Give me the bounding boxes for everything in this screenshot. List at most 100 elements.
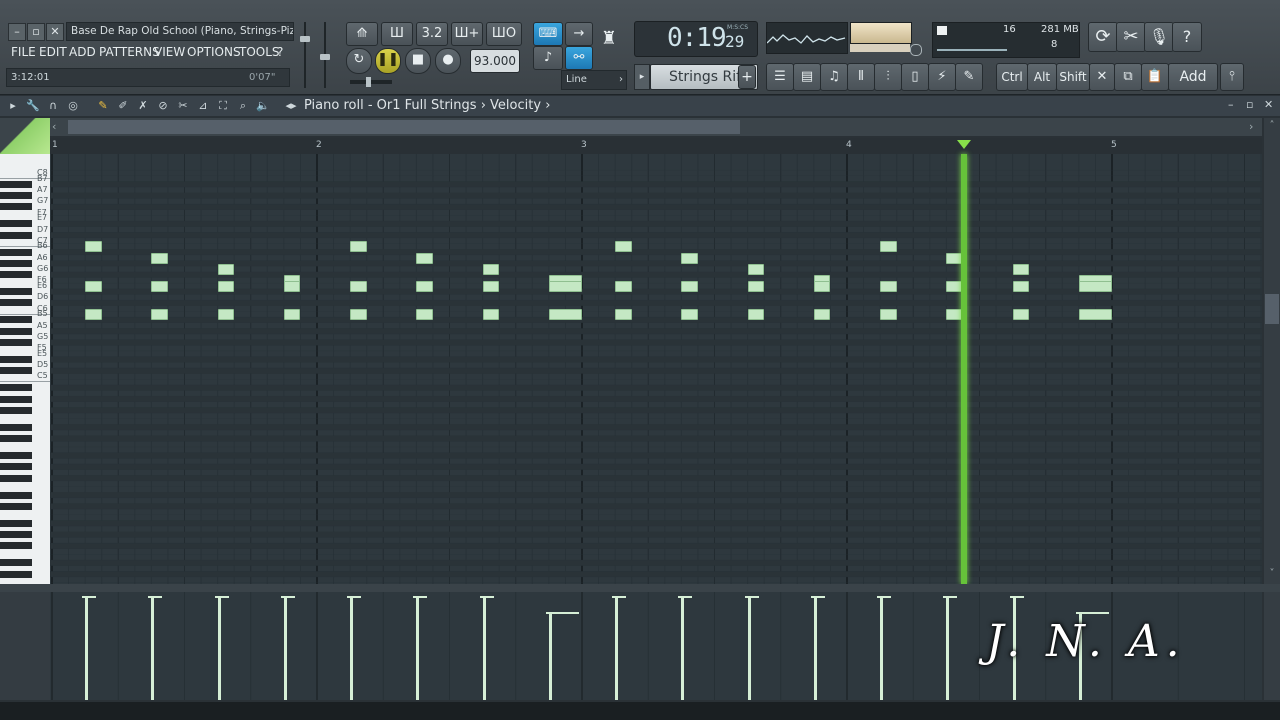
scroll-thumb[interactable] <box>68 120 740 134</box>
master-pitch-slider[interactable] <box>320 22 330 88</box>
menu-file[interactable]: FILE <box>11 44 36 60</box>
black-key[interactable] <box>0 248 32 256</box>
black-key[interactable] <box>0 463 32 471</box>
note[interactable] <box>880 309 897 321</box>
note[interactable] <box>1012 309 1030 321</box>
velocity-bar[interactable] <box>813 596 817 700</box>
note[interactable] <box>813 281 831 292</box>
ctrl-key[interactable]: Ctrl <box>996 63 1028 91</box>
velocity-bar[interactable] <box>85 596 89 700</box>
note[interactable] <box>482 281 500 292</box>
pattern-prev-icon[interactable]: ▸ <box>634 64 650 90</box>
note[interactable] <box>151 309 168 321</box>
black-key[interactable] <box>0 231 32 239</box>
note[interactable] <box>1012 264 1030 276</box>
black-key[interactable] <box>0 452 32 459</box>
note[interactable] <box>416 281 433 292</box>
note[interactable] <box>151 252 168 264</box>
pattern-song-icon[interactable]: Ш+ <box>451 22 483 46</box>
velocity-bar[interactable] <box>482 596 486 700</box>
note[interactable] <box>151 281 168 292</box>
note[interactable] <box>747 264 765 276</box>
black-key[interactable] <box>0 531 32 539</box>
black-key[interactable] <box>0 259 32 267</box>
black-key[interactable] <box>0 203 32 211</box>
note[interactable] <box>880 241 897 253</box>
menu-help[interactable]: ? <box>277 44 283 60</box>
note[interactable] <box>548 309 582 321</box>
step-icon[interactable]: 3.2 <box>416 22 448 46</box>
black-key[interactable] <box>0 491 32 499</box>
note[interactable] <box>217 281 235 292</box>
add-pattern-button[interactable]: + <box>738 65 756 89</box>
black-key[interactable] <box>0 406 32 414</box>
velocity-bar[interactable] <box>946 596 950 700</box>
black-key[interactable] <box>0 180 32 188</box>
wrench-icon[interactable]: 🔧 <box>26 99 40 113</box>
cut-icon[interactable]: ✕ <box>1089 63 1115 91</box>
velocity-bar[interactable] <box>681 596 685 700</box>
black-key[interactable] <box>0 367 32 375</box>
note[interactable] <box>681 281 698 292</box>
slice-tool-icon[interactable]: ✂ <box>176 99 190 113</box>
note[interactable] <box>747 309 765 321</box>
panel-divider[interactable] <box>0 584 1280 592</box>
blend-notes-icon[interactable]: ♪ <box>533 46 563 70</box>
snap-corner-icon[interactable] <box>0 118 50 154</box>
chevron-left-right-icon[interactable]: ◂▸ <box>284 99 298 113</box>
black-key[interactable] <box>0 288 32 296</box>
add-menu-button[interactable]: Add <box>1168 63 1218 91</box>
snap-select[interactable]: Line › <box>561 70 627 90</box>
metronome-icon[interactable]: ⟰ <box>346 22 378 46</box>
velocity-bar[interactable] <box>747 596 751 700</box>
note[interactable] <box>747 281 765 292</box>
velocity-bar[interactable] <box>548 611 552 700</box>
note[interactable] <box>350 241 367 253</box>
black-key[interactable] <box>0 271 32 279</box>
step-edit-icon[interactable]: → <box>565 22 593 46</box>
restore-icon[interactable]: ▫ <box>27 23 45 41</box>
note[interactable] <box>1078 309 1112 321</box>
wait-input-icon[interactable]: ♜ <box>596 24 622 54</box>
velocity-bar[interactable] <box>217 596 221 700</box>
note[interactable] <box>283 281 301 292</box>
cut-tool-icon[interactable]: ✂ <box>1116 22 1146 52</box>
piano-keyboard[interactable]: C8 B7 A7 G7 F7 E7 D7 C7 B6 A6 G6 F6 E6 D6 C6 B5 A5 G5 F5 E5… <box>0 154 50 584</box>
black-key[interactable] <box>0 570 32 578</box>
note[interactable] <box>615 241 632 253</box>
menu-edit[interactable]: EDIT <box>39 44 67 60</box>
paint-icon[interactable]: ✐ <box>116 99 130 113</box>
note[interactable] <box>416 252 433 264</box>
note[interactable] <box>85 241 102 253</box>
scroll-right-icon[interactable]: › <box>1249 120 1253 133</box>
pencil-icon[interactable]: ✎ <box>96 99 110 113</box>
microphone-icon[interactable]: 🎙 <box>1144 22 1174 52</box>
mute-tool-icon[interactable]: ⊘ <box>156 99 170 113</box>
note[interactable] <box>217 309 235 321</box>
tempo-display[interactable]: 93.000 <box>470 49 520 73</box>
velocity-scrollbar[interactable] <box>1264 592 1280 700</box>
note[interactable] <box>880 281 897 292</box>
velocity-bar[interactable] <box>151 596 155 700</box>
mixer-icon[interactable]: ⫶ <box>874 63 902 91</box>
browser-icon[interactable]: ▯ <box>901 63 929 91</box>
black-key[interactable] <box>0 299 32 307</box>
black-key[interactable] <box>0 519 32 527</box>
magnet-icon[interactable]: ∩ <box>46 99 60 113</box>
black-key[interactable] <box>0 316 32 324</box>
stop-button[interactable]: ■ <box>405 48 431 74</box>
black-key[interactable] <box>0 423 32 431</box>
menu-options[interactable]: OPTIONS <box>187 44 241 60</box>
menu-add[interactable]: ADD <box>69 44 96 60</box>
scroll-down-icon[interactable]: ˅ <box>1265 568 1279 582</box>
note[interactable] <box>615 281 632 292</box>
horizontal-scrollbar[interactable] <box>50 118 1262 136</box>
note[interactable] <box>615 309 632 321</box>
tuning-icon[interactable]: ⫯ <box>1220 63 1244 91</box>
velocity-bar[interactable] <box>283 596 287 700</box>
paste-icon[interactable]: 📋 <box>1141 63 1169 91</box>
velocity-bar[interactable] <box>880 596 884 700</box>
close-icon[interactable]: ✕ <box>46 23 64 41</box>
alt-key[interactable]: Alt <box>1027 63 1057 91</box>
loop-icon[interactable]: ШО <box>486 22 522 46</box>
